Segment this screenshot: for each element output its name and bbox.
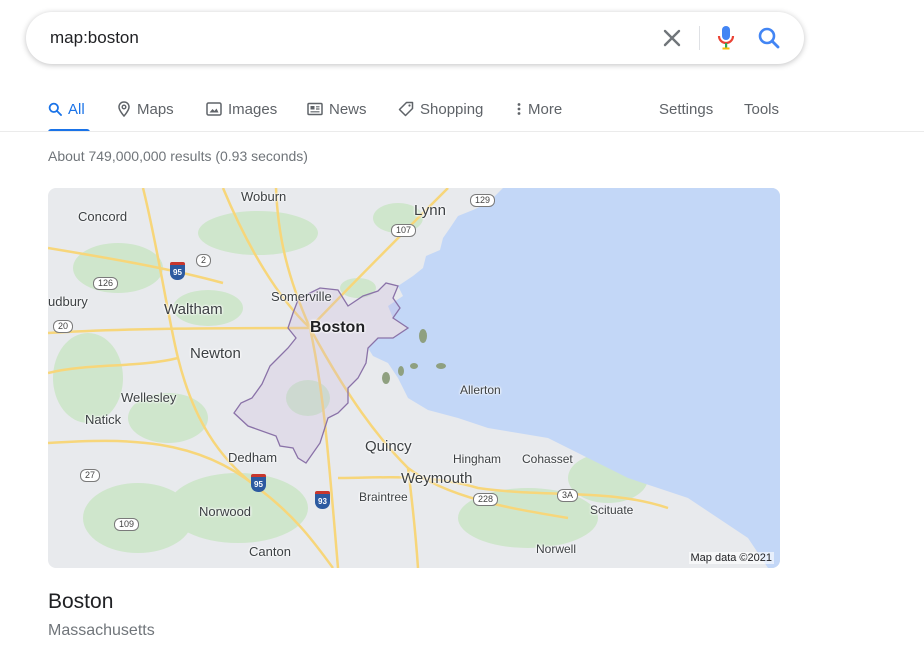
interstate-95-north-shield: 95 [170, 262, 185, 280]
close-icon [663, 29, 681, 47]
map-attribution: Map data ©2021 [688, 552, 774, 564]
map-label-somerville: Somerville [271, 289, 332, 304]
route-20-badge: 20 [53, 320, 74, 333]
tab-maps[interactable]: Maps [117, 96, 174, 122]
place-subtitle: Massachusetts [48, 622, 155, 639]
tag-icon [398, 101, 414, 117]
clear-search-button[interactable] [659, 25, 685, 51]
tab-all[interactable]: All [48, 96, 90, 132]
interstate-95-south-shield: 95 [251, 474, 266, 492]
map-label-woburn: Woburn [241, 189, 287, 204]
voice-search-button[interactable] [714, 24, 738, 52]
image-icon [206, 102, 222, 116]
route-107-badge: 107 [391, 224, 417, 237]
search-button[interactable] [756, 25, 782, 51]
header-divider [0, 131, 924, 132]
tab-shopping[interactable]: Shopping [398, 96, 483, 122]
map-label-natick: Natick [85, 412, 122, 427]
route-129-badge: 129 [470, 194, 496, 207]
map-label-cohasset: Cohasset [522, 452, 573, 466]
map-label-braintree: Braintree [359, 490, 408, 504]
search-box-separator [699, 26, 700, 50]
map-label-newton: Newton [190, 345, 241, 362]
map-label-hingham: Hingham [453, 452, 502, 466]
route-27-badge: 27 [80, 469, 101, 482]
tab-news[interactable]: News [307, 96, 367, 122]
settings-link[interactable]: Settings [659, 96, 713, 122]
map-label-scituate: Scituate [590, 503, 634, 517]
map-label-weymouth: Weymouth [401, 470, 473, 487]
tools-link[interactable]: Tools [744, 96, 779, 122]
map-label-waltham: Waltham [164, 301, 223, 318]
map-label-canton: Canton [249, 544, 291, 559]
tab-label: More [528, 100, 563, 118]
mic-icon [717, 26, 735, 50]
tab-label: All [68, 100, 85, 118]
place-title[interactable]: Boston [48, 590, 113, 614]
interstate-93-shield: 93 [315, 491, 330, 509]
map-label-dedham: Dedham [228, 450, 278, 465]
tab-more[interactable]: More [516, 96, 562, 122]
more-vert-icon [517, 103, 521, 115]
search-icon [48, 102, 62, 116]
map-label-norwood: Norwood [199, 504, 252, 519]
tab-label: Maps [137, 100, 174, 118]
map-label-concord: Concord [78, 209, 128, 224]
route-3a-badge: 3A [557, 489, 579, 502]
map-label-norwell: Norwell [536, 542, 577, 556]
route-109-badge: 109 [114, 518, 140, 531]
map-pin-icon [118, 101, 130, 117]
map-label-lynn: Lynn [414, 202, 446, 219]
search-box[interactable]: map:boston [26, 12, 804, 64]
tab-label: News [329, 100, 367, 118]
map-preview[interactable]: Woburn Lynn Concord udbury Waltham Somer… [48, 188, 780, 568]
map-label-wellesley: Wellesley [121, 390, 177, 405]
map-label-quincy: Quincy [365, 438, 412, 455]
route-2-badge: 2 [196, 254, 212, 267]
search-icon [758, 27, 780, 49]
search-input[interactable]: map:boston [50, 28, 139, 48]
tab-images[interactable]: Images [206, 96, 277, 122]
map-label-sudbury: udbury [48, 294, 88, 309]
map-canvas [48, 188, 780, 568]
route-228-badge: 228 [473, 493, 499, 506]
map-label-boston: Boston [310, 319, 366, 336]
tab-label: Shopping [420, 100, 484, 118]
map-label-allerton: Allerton [460, 383, 501, 397]
result-stats: About 749,000,000 results (0.93 seconds) [48, 148, 308, 164]
tab-label: Images [228, 100, 278, 118]
news-icon [307, 102, 323, 116]
route-126-badge: 126 [93, 277, 119, 290]
